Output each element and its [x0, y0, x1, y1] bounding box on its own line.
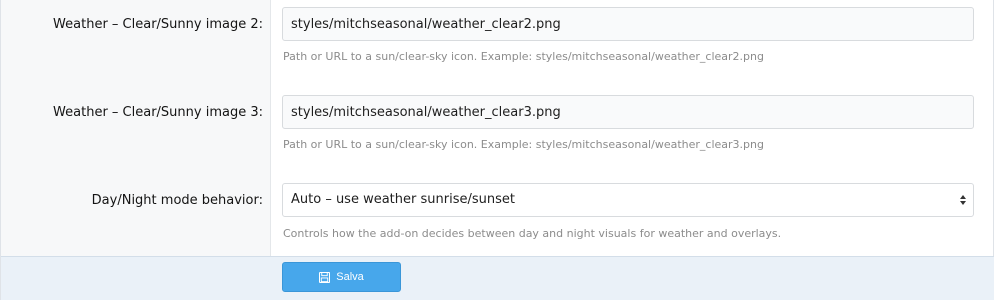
save-button-label: Salva: [336, 271, 364, 283]
label-column: [1, 0, 271, 256]
select-updown-icon: [960, 195, 966, 205]
field-hint-clear3: Path or URL to a sun/clear-sky icon. Exa…: [283, 138, 764, 151]
field-hint-day-night: Controls how the add-on decides between …: [283, 227, 782, 240]
day-night-selected-value: Auto – use weather sunrise/sunset: [291, 192, 515, 207]
field-label-clear3: Weather – Clear/Sunny image 3:: [53, 105, 263, 120]
clear2-input[interactable]: [282, 7, 974, 41]
field-label-clear2: Weather – Clear/Sunny image 2:: [53, 17, 263, 32]
clear3-input[interactable]: [282, 95, 974, 129]
save-icon: [319, 271, 331, 283]
day-night-select[interactable]: Auto – use weather sunrise/sunset: [282, 183, 974, 217]
field-label-day-night: Day/Night mode behavior:: [91, 193, 263, 208]
options-panel: Weather – Clear/Sunny image 2: Path or U…: [0, 0, 994, 300]
field-hint-clear2: Path or URL to a sun/clear-sky icon. Exa…: [283, 50, 764, 63]
save-button[interactable]: Salva: [282, 262, 401, 292]
form-footer: Salva: [1, 256, 994, 300]
